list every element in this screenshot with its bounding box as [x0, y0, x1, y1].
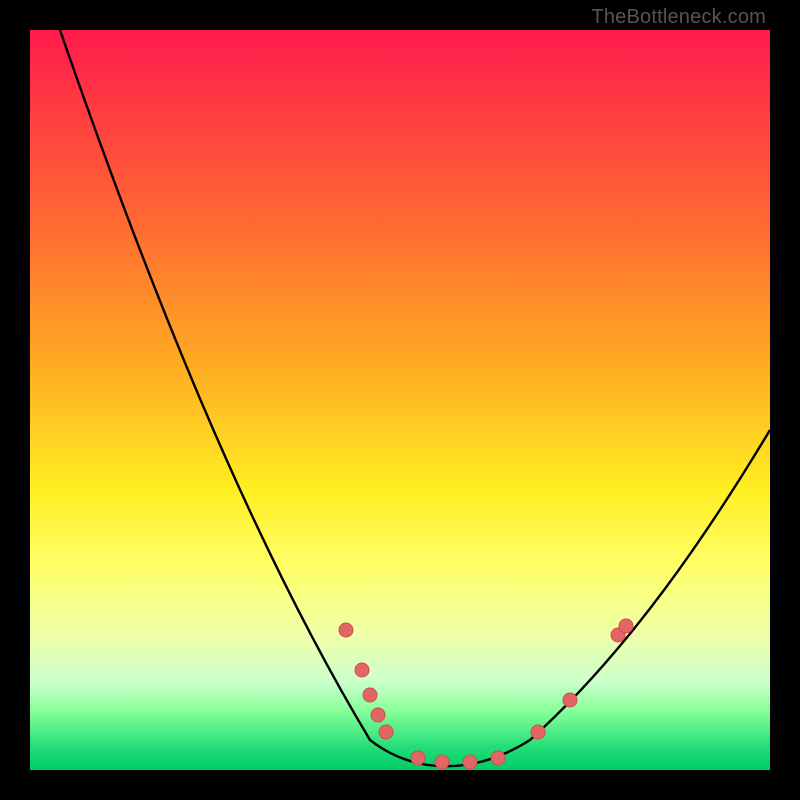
- data-point: [363, 688, 377, 702]
- data-point: [491, 751, 505, 765]
- bottleneck-chart: [30, 30, 770, 770]
- data-point: [619, 619, 633, 633]
- bottleneck-curve-path: [60, 30, 770, 766]
- data-point: [379, 725, 393, 739]
- data-point: [339, 623, 353, 637]
- data-point: [563, 693, 577, 707]
- attribution-text: TheBottleneck.com: [591, 6, 766, 29]
- data-point: [531, 725, 545, 739]
- data-point: [411, 751, 425, 765]
- data-point: [463, 755, 477, 769]
- data-points-group: [339, 619, 633, 769]
- data-point: [435, 755, 449, 769]
- data-point: [371, 708, 385, 722]
- data-point: [355, 663, 369, 677]
